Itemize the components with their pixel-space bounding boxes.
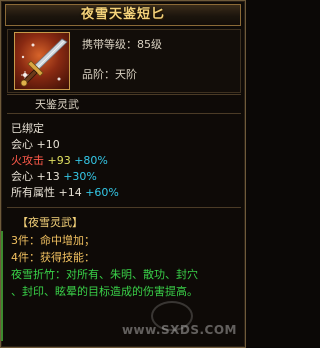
- set-bonus-3: 3件：命中增加；: [11, 234, 95, 247]
- skill-description-1: 夜雪折竹：对所有、朱明、散功、封穴: [11, 268, 198, 281]
- attr-row: 所有属性 +14 +60%: [11, 185, 119, 201]
- attr-value: +13: [36, 170, 60, 183]
- dagger-icon: [14, 32, 70, 90]
- attr-bonus: +80%: [74, 154, 108, 167]
- carry-level: 携带等级：85级: [82, 38, 162, 51]
- attr-name: 会心: [11, 170, 33, 183]
- set-title: 【夜雪灵武】: [17, 216, 83, 229]
- divider: [7, 113, 241, 114]
- attr-row: 火攻击 +93 +80%: [11, 153, 108, 169]
- attr-bonus: +60%: [85, 186, 119, 199]
- item-tooltip: 夜雪天鉴短匕 携带等级：85级 品阶：天阶 天鉴灵武 已绑定 会心 +10 火攻…: [0, 0, 246, 348]
- quality-tier: 品阶：天阶: [82, 68, 137, 81]
- window-edge: [1, 231, 3, 341]
- attr-name: 所有属性: [11, 186, 55, 199]
- set-bonus-4: 4件：获得技能：: [11, 251, 95, 264]
- divider: [7, 207, 241, 208]
- attr-name: 会心: [11, 138, 33, 151]
- attr-value: +14: [58, 186, 82, 199]
- watermark: www.SXDS.COM: [121, 323, 237, 337]
- attr-row: 会心 +10: [11, 137, 60, 153]
- attr-row: 会心 +13 +30%: [11, 169, 97, 185]
- skill-description-2: 、封印、眩晕的目标造成的伤害提高。: [11, 285, 198, 298]
- title-bar: 夜雪天鉴短匕: [5, 4, 241, 26]
- attr-value: +10: [36, 138, 60, 151]
- item-name: 夜雪天鉴短匕: [80, 7, 165, 22]
- section-title: 天鉴灵武: [35, 98, 79, 111]
- bound-status: 已绑定: [11, 122, 44, 135]
- attr-name: 火攻击: [11, 154, 44, 167]
- attr-bonus: +30%: [63, 170, 97, 183]
- item-summary: 携带等级：85级 品阶：天阶: [7, 29, 241, 93]
- attr-value: +93: [47, 154, 71, 167]
- divider: [7, 94, 241, 95]
